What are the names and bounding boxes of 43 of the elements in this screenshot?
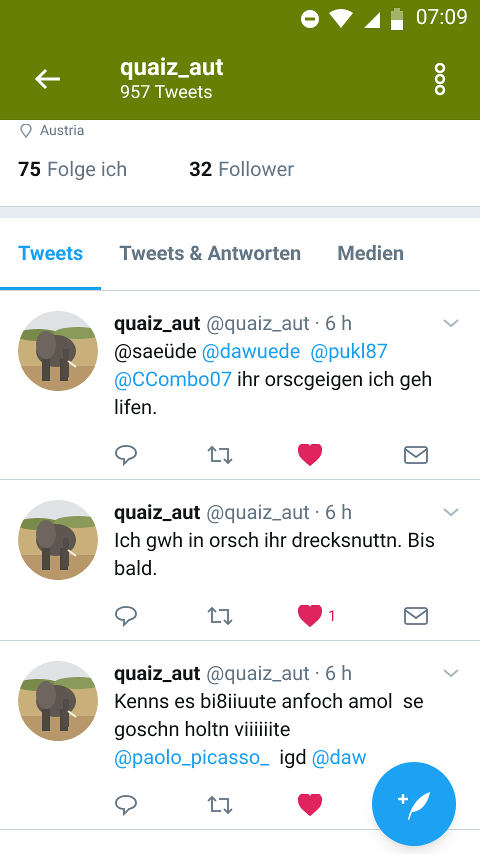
reply-icon[interactable]: [114, 604, 138, 628]
mention-link[interactable]: @pukl87: [310, 339, 393, 363]
do-not-disturb-icon: [300, 9, 320, 29]
reply-icon[interactable]: [114, 793, 138, 817]
heart-icon[interactable]: [298, 444, 322, 466]
more-options-icon: [433, 62, 447, 96]
tab[interactable]: Tweets & Antworten: [101, 218, 320, 290]
tab[interactable]: Medien: [319, 218, 422, 290]
reply-icon[interactable]: [114, 443, 138, 467]
tweet-handle-time: @quaiz_aut · 6 h: [206, 500, 352, 524]
tweet-handle-time: @quaiz_aut · 6 h: [206, 661, 352, 685]
retweet-icon[interactable]: [206, 443, 234, 467]
mention-link[interactable]: @daw: [312, 745, 367, 769]
followers-label[interactable]: Follower: [218, 154, 294, 184]
location-text: Austria: [40, 123, 84, 139]
clock-time: 07:09: [416, 5, 468, 32]
tweet-author: quaiz_aut: [114, 661, 200, 685]
retweet-icon[interactable]: [206, 793, 234, 817]
location-pin-icon: [20, 124, 32, 138]
battery-icon: [390, 8, 404, 30]
heart-icon[interactable]: [298, 605, 322, 627]
tweet-author: quaiz_aut: [114, 311, 200, 335]
tweet-handle-time: @quaiz_aut · 6 h: [206, 311, 352, 335]
back-arrow-icon: [34, 67, 62, 91]
tweet-text: @saeüde @dawuede @pukl87 @CCombo07 ihr orscgeigen ich geh lifen.: [114, 338, 434, 421]
tweet-text: Kenns es bi8iiuute anfoch amol se goschn holtn viiiiiite @paolo_picasso_ igd @daw: [114, 688, 425, 771]
mail-icon[interactable]: [404, 445, 428, 465]
heart-icon[interactable]: [298, 794, 322, 816]
wifi-icon: [328, 9, 354, 29]
tab[interactable]: Tweets: [0, 218, 102, 290]
tweet-text: Ich gwh in orsch ihr drecksnuttn. Bis bald.: [114, 527, 436, 582]
following-label[interactable]: Folge ich: [46, 154, 128, 184]
mail-icon[interactable]: [404, 606, 428, 626]
tweet-author: quaiz_aut: [114, 500, 200, 524]
followers-count: 32: [189, 156, 212, 183]
tweet-count: 957 Tweets: [120, 81, 214, 105]
mention-link[interactable]: @CCombo07: [114, 367, 232, 391]
mention-link[interactable]: @dawuede: [202, 339, 310, 363]
mention-link[interactable]: @paolo_picasso_: [114, 745, 270, 769]
following-count: 75: [18, 156, 41, 183]
retweet-icon[interactable]: [206, 604, 234, 628]
like-count: 1: [328, 606, 336, 627]
profile-name: quaiz_aut: [120, 53, 224, 81]
